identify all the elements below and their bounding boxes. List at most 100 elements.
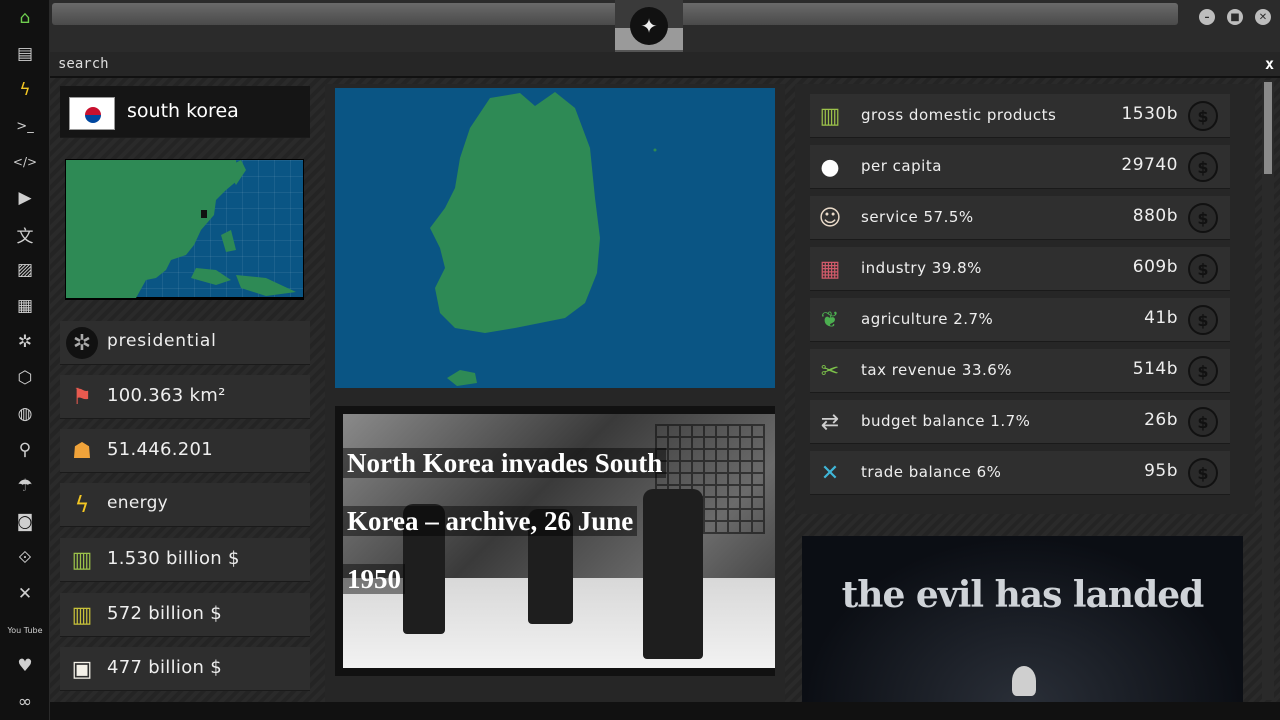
search-close-button[interactable]: x	[1265, 55, 1274, 73]
contact-glyph: ◙	[16, 512, 34, 532]
country-header: south korea	[60, 86, 310, 138]
home-icon[interactable]: ⌂	[0, 0, 50, 36]
dollar-coin-icon[interactable]: $	[1188, 203, 1218, 233]
flag-icon	[69, 97, 115, 130]
globe-glyph: ◍	[17, 404, 33, 424]
economy-label: tax revenue 33.6%	[861, 361, 1013, 379]
package-icon: ▣	[71, 656, 93, 682]
search-icon[interactable]: ⚲	[0, 432, 50, 468]
dollar-coin-icon[interactable]: $	[1188, 305, 1218, 335]
close-icon[interactable]: ✕	[1255, 9, 1271, 25]
headline-line-1: North Korea invades South	[343, 448, 667, 478]
minimap-svg	[66, 160, 296, 298]
terminal-icon[interactable]: >_	[0, 108, 50, 144]
economy-row-tax: ✂ tax revenue 33.6% 514b $	[810, 349, 1230, 393]
translate-glyph: 文	[16, 226, 34, 247]
dollar-coin-icon[interactable]: $	[1188, 407, 1218, 437]
sidebar: ⌂ ▤ ϟ >_ </> ▶ 文 ▨ ▦ ✲ ⬡ ◍ ⚲ ☂ ◙ ⟐ ✕ You…	[0, 0, 50, 720]
economy-label: service 57.5%	[861, 208, 974, 226]
news-icon[interactable]: ▦	[0, 288, 50, 324]
population-fact: ☗ 51.446.201	[60, 429, 310, 473]
economy-value: 29740	[1121, 155, 1178, 175]
hexagon-icon[interactable]: ⬡	[0, 360, 50, 396]
infinity-icon[interactable]: ∞	[0, 684, 50, 720]
search-bar[interactable]: search x	[50, 52, 1280, 78]
terminal-glyph: >_	[16, 118, 34, 134]
dollar-coin-icon[interactable]: $	[1188, 152, 1218, 182]
economy-row-industry: ▦ industry 39.8% 609b $	[810, 247, 1230, 291]
minimize-icon[interactable]: –	[1199, 9, 1215, 25]
dollar-coin-icon[interactable]: $	[1188, 458, 1218, 488]
heart-icon[interactable]: ♥	[0, 648, 50, 684]
population-icon: ☗	[72, 438, 92, 464]
contact-icon[interactable]: ◙	[0, 504, 50, 540]
heart-glyph: ♥	[17, 656, 33, 676]
area-fact: ⚑ 100.363 km²	[60, 375, 310, 419]
play-icon[interactable]: ▶	[0, 180, 50, 216]
translate-icon[interactable]: 文	[0, 216, 50, 252]
person-icon: ●	[820, 154, 840, 180]
dollar-coin-icon[interactable]: $	[1188, 101, 1218, 131]
government-text: presidential	[107, 331, 217, 351]
search-glyph: ⚲	[18, 440, 32, 460]
logo-tab[interactable]: ✦	[615, 0, 683, 52]
economy-label: per capita	[861, 157, 942, 175]
scrollbar[interactable]	[1262, 80, 1274, 700]
energy-fact: ϟ energy	[60, 483, 310, 527]
money-stack-icon: ▥	[71, 547, 93, 573]
export-text: 572 billion $	[107, 603, 223, 624]
code-icon[interactable]: </>	[0, 144, 50, 180]
factory-icon: ▦	[819, 256, 841, 282]
empire-icon: ✲	[66, 327, 98, 359]
play-glyph: ▶	[18, 188, 32, 208]
content-area: south korea ✲ presidential ⚑ 100.363 km²…	[50, 78, 1280, 720]
scrollbar-thumb[interactable]	[1264, 82, 1272, 174]
economy-panel: ▥ gross domestic products 1530b $ ● per …	[795, 84, 1255, 514]
economy-value: 514b	[1132, 359, 1178, 379]
government-fact: ✲ presidential	[60, 321, 310, 365]
ad-text: the evil has landed	[841, 574, 1205, 616]
south-korea-map	[430, 92, 657, 386]
trade-icon: ✕	[820, 460, 840, 486]
country-map[interactable]	[335, 88, 775, 388]
news-card[interactable]: North Korea invades South Korea – archiv…	[335, 406, 775, 676]
dollar-coin-icon[interactable]: $	[1188, 254, 1218, 284]
ad-banner[interactable]: the evil has landed	[802, 536, 1243, 706]
hexagon-glyph: ⬡	[17, 368, 33, 388]
money-stack-icon: ▥	[819, 103, 841, 129]
umbrella-icon[interactable]: ☂	[0, 468, 50, 504]
economy-value: 880b	[1132, 206, 1178, 226]
expand-glyph: ✕	[17, 584, 33, 604]
globe-icon[interactable]: ◍	[0, 396, 50, 432]
maximize-icon[interactable]: ■	[1227, 9, 1243, 25]
bottom-bar	[50, 702, 1280, 720]
empire-glyph: ✲	[17, 332, 33, 352]
home-glyph: ⌂	[19, 8, 31, 28]
economy-value: 1530b	[1121, 104, 1178, 124]
economy-row-gdp: ▥ gross domestic products 1530b $	[810, 94, 1230, 138]
image-icon[interactable]: ▨	[0, 252, 50, 288]
money-truck-icon: ▥	[71, 602, 93, 628]
expand-icon[interactable]: ✕	[0, 576, 50, 612]
news-headline[interactable]: North Korea invades South Korea – archiv…	[343, 434, 703, 608]
infinity-glyph: ∞	[17, 692, 33, 712]
search-label: search	[58, 56, 109, 72]
world-minimap[interactable]	[65, 159, 304, 300]
plant-icon: ❦	[820, 307, 840, 333]
dollar-coin-icon[interactable]: $	[1188, 356, 1218, 386]
document-icon[interactable]: ▤	[0, 36, 50, 72]
import-text: 477 billion $	[107, 657, 223, 678]
youtube-icon[interactable]: You Tube	[0, 612, 50, 648]
lightning-glyph: ϟ	[19, 80, 31, 100]
image-glyph: ▨	[16, 260, 34, 280]
news-glyph: ▦	[16, 296, 34, 316]
scissors-money-icon: ✂	[820, 358, 840, 384]
economy-row-agriculture: ❦ agriculture 2.7% 41b $	[810, 298, 1230, 342]
empire-icon[interactable]: ✲	[0, 324, 50, 360]
economy-label: trade balance 6%	[861, 463, 1002, 481]
economy-value: 26b	[1144, 410, 1178, 430]
economy-value: 95b	[1144, 461, 1178, 481]
lightning-icon[interactable]: ϟ	[0, 72, 50, 108]
link-icon[interactable]: ⟐	[0, 540, 50, 576]
economy-label: industry 39.8%	[861, 259, 982, 277]
